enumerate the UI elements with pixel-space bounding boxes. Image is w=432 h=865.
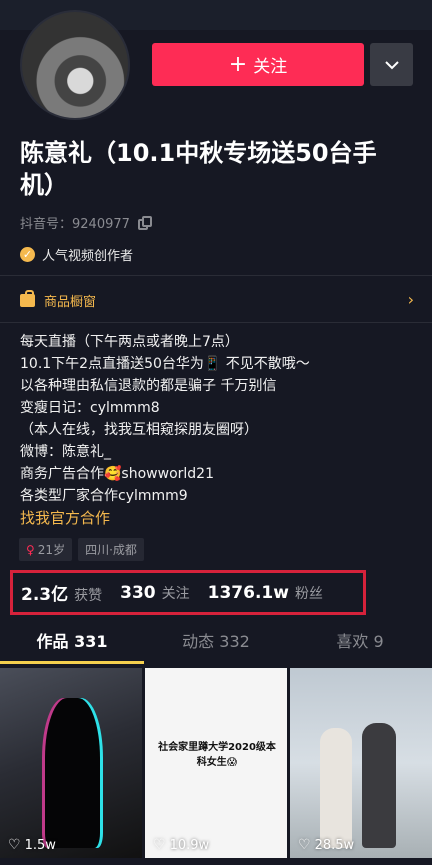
- shop-bag-icon: [20, 289, 35, 307]
- video-thumbnail[interactable]: 社会家里蹲大学2020级本科女生😱 ♡ 10.9w: [145, 668, 287, 858]
- followers-count: 1376.1w: [207, 582, 289, 603]
- female-icon: ♀: [26, 542, 35, 557]
- bio-line: 以各种理由私信退款的都是骗子 千万别信: [20, 378, 277, 394]
- profile-tags: ♀ 21岁 四川·成都: [19, 538, 144, 561]
- followers-stat[interactable]: 1376.1w 粉丝: [208, 583, 323, 603]
- age-tag: ♀ 21岁: [19, 538, 73, 561]
- bio: 每天直播（下午两点或者晚上7点） 10.1下午2点直播送50台华为📱 不见不散哦…: [20, 331, 420, 529]
- avatar[interactable]: [20, 10, 130, 120]
- video-grid: ♡ 1.5w 社会家里蹲大学2020级本科女生😱 ♡ 10.9w ♡ 28.5w: [0, 668, 432, 858]
- follow-label: 关注: [253, 57, 288, 77]
- likes-label: 获赞: [74, 588, 103, 604]
- followers-label: 粉丝: [294, 585, 323, 602]
- bio-line: 微博：陈意礼_: [20, 444, 111, 460]
- heart-icon: ♡: [8, 837, 21, 853]
- profile-name: 陈意礼（10.1中秋专场送50台手机）: [20, 139, 377, 199]
- chevron-down-icon: [384, 60, 399, 69]
- verified-check-icon: ✓: [20, 247, 35, 262]
- plus-icon: +: [228, 51, 248, 77]
- video-thumbnail[interactable]: ♡ 28.5w: [290, 668, 432, 858]
- heart-icon: ♡: [153, 837, 166, 853]
- official-cooperation-link[interactable]: 找我官方合作: [20, 507, 420, 529]
- bio-line: 变瘦日记：cylmmm8: [20, 400, 160, 416]
- bio-line: 每天直播（下午两点或者晚上7点）: [20, 334, 239, 350]
- video-figure: [320, 728, 352, 848]
- video-likes: ♡ 1.5w: [8, 837, 56, 853]
- divider: [0, 275, 432, 276]
- heart-icon: ♡: [298, 837, 311, 853]
- more-options-button[interactable]: [370, 43, 413, 86]
- bio-line: 商务广告合作🥰showworld21: [20, 466, 214, 482]
- bio-line: （本人在线，找我互相窥探朋友圈呀）: [20, 422, 258, 438]
- following-label: 关注: [161, 585, 190, 602]
- location-tag: 四川·成都: [78, 538, 144, 561]
- video-likes: ♡ 10.9w: [153, 837, 209, 853]
- age-label: 21岁: [37, 543, 66, 557]
- shop-label: 商品橱窗: [44, 294, 97, 310]
- douyin-id-row: 抖音号：9240977: [20, 213, 152, 232]
- creator-badge-row: ✓ 人气视频创作者: [20, 245, 133, 264]
- likes-count: 2.3亿: [21, 585, 69, 605]
- likes-stat: 2.3亿 获赞: [21, 580, 102, 605]
- follow-button[interactable]: + 关注: [152, 43, 364, 86]
- chevron-right-icon: ›: [407, 290, 414, 309]
- tab-activity[interactable]: 动态 332: [144, 624, 288, 664]
- video-likes-count: 10.9w: [169, 837, 210, 853]
- content-tabs: 作品 331 动态 332 喜欢 9: [0, 624, 432, 664]
- video-likes-count: 1.5w: [24, 837, 56, 853]
- tab-works[interactable]: 作品 331: [0, 624, 144, 664]
- video-caption: 社会家里蹲大学2020级本科女生😱: [158, 742, 276, 768]
- bio-line: 10.1下午2点直播送50台华为📱 不见不散哦～: [20, 356, 310, 372]
- video-figure: [362, 723, 396, 848]
- douyin-id: 抖音号：9240977: [20, 217, 130, 232]
- video-figure: [45, 698, 100, 848]
- creator-badge: 人气视频创作者: [42, 249, 134, 264]
- stats-bar: 2.3亿 获赞 330 关注 1376.1w 粉丝: [10, 570, 366, 615]
- tab-likes[interactable]: 喜欢 9: [288, 624, 432, 664]
- divider: [0, 322, 432, 323]
- video-likes: ♡ 28.5w: [298, 837, 354, 853]
- following-count: 330: [120, 582, 156, 603]
- following-stat[interactable]: 330 关注: [120, 583, 190, 603]
- bio-line: 各类型厂家合作cylmmm9: [20, 488, 188, 504]
- video-thumbnail[interactable]: ♡ 1.5w: [0, 668, 142, 858]
- shop-window-row[interactable]: 商品橱窗 ›: [0, 285, 432, 315]
- video-likes-count: 28.5w: [314, 837, 355, 853]
- copy-icon[interactable]: [137, 215, 152, 230]
